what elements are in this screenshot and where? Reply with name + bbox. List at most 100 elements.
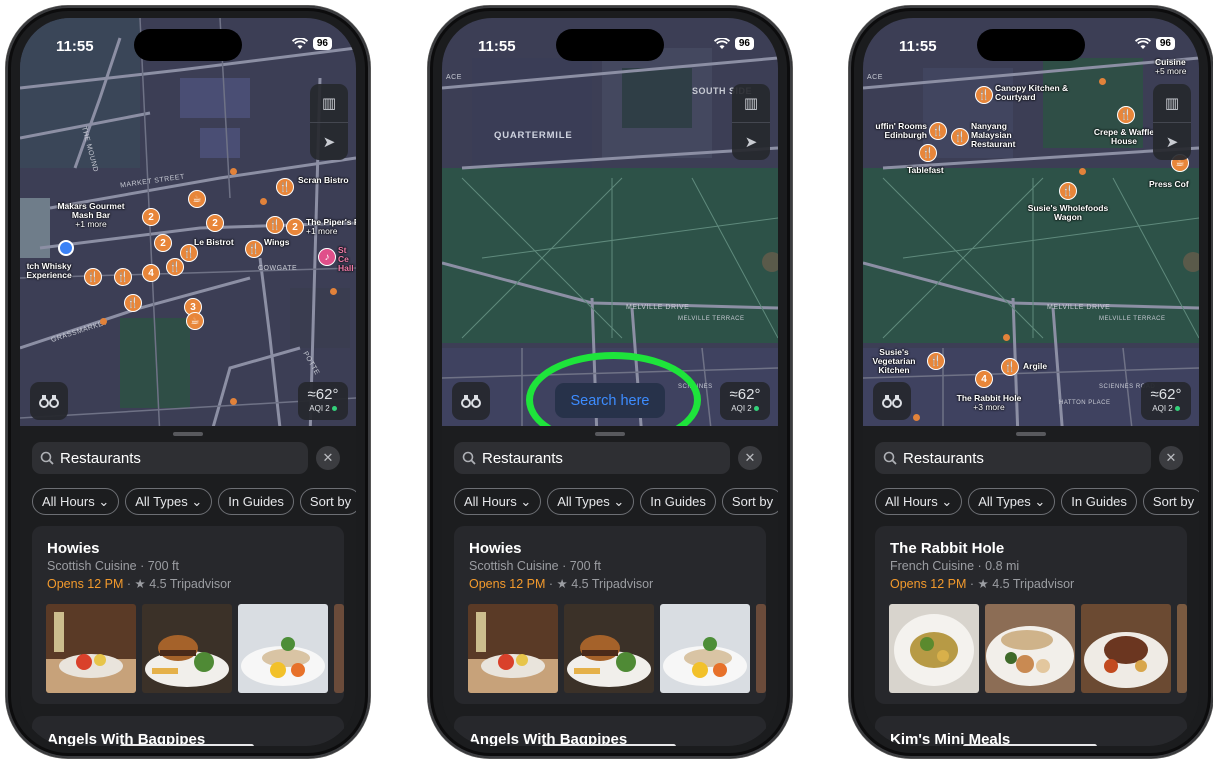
filter-sort[interactable]: Sort by [721, 488, 778, 515]
search-query: Restaurants [903, 449, 984, 467]
sheet-grabber[interactable] [173, 432, 203, 436]
food-photo[interactable] [1177, 604, 1187, 693]
food-photo[interactable] [334, 604, 344, 693]
food-photo[interactable] [985, 604, 1075, 693]
restaurant-pin[interactable]: 🍴 [975, 86, 993, 104]
binoculars-icon[interactable] [30, 382, 68, 420]
restaurant-pin[interactable]: 🍴 [927, 352, 945, 370]
restaurant-pin[interactable]: 🍴 [276, 178, 294, 196]
cluster-pin[interactable]: 2 [286, 218, 304, 236]
result-photos[interactable] [46, 604, 344, 693]
filter-chips: All Hours ⌄ All Types ⌄ In Guides Sort b… [454, 488, 778, 516]
result-card[interactable]: Kim's Mini Meals [875, 716, 1187, 746]
small-poi-dot[interactable] [100, 318, 107, 325]
weather-badge[interactable]: ≈62° AQI 2 [720, 382, 770, 420]
restaurant-pin[interactable]: 🍴 [166, 258, 184, 276]
cluster-pin[interactable]: 2 [142, 208, 160, 226]
result-card[interactable]: Angels With Bagpipes [454, 716, 766, 746]
filter-chips: All Hours ⌄ All Types ⌄ In Guides Sort b… [875, 488, 1199, 516]
result-card[interactable]: Angels With Bagpipes [32, 716, 344, 746]
food-photo[interactable] [756, 604, 766, 693]
results-sheet[interactable]: Restaurants ✕ All Hours ⌄ All Types ⌄ In… [863, 426, 1199, 746]
home-indicator[interactable] [120, 744, 254, 746]
result-card[interactable]: The Rabbit Hole French Cuisine · 0.8 mi … [875, 526, 1187, 704]
results-sheet[interactable]: Restaurants ✕ All Hours ⌄ All Types ⌄ In… [20, 426, 356, 746]
food-photo[interactable] [468, 604, 558, 693]
location-arrow-icon[interactable]: ➤ [732, 122, 770, 160]
filter-sort[interactable]: Sort by [1142, 488, 1199, 515]
food-photo[interactable] [46, 604, 136, 693]
result-card[interactable]: Howies Scottish Cuisine · 700 ft Opens 1… [32, 526, 344, 704]
close-icon[interactable]: ✕ [1159, 446, 1183, 470]
cluster-pin[interactable]: 4 [975, 370, 993, 388]
cluster-pin[interactable]: 2 [154, 234, 172, 252]
restaurant-pin[interactable]: 🍴 [1001, 358, 1019, 376]
weather-badge[interactable]: ≈62° AQI 2 [1141, 382, 1191, 420]
small-poi-dot[interactable] [230, 398, 237, 405]
sheet-grabber[interactable] [595, 432, 625, 436]
restaurant-pin[interactable]: 🍴 [919, 144, 937, 162]
small-poi-dot[interactable] [913, 414, 920, 421]
map-icon[interactable]: ▥ [1153, 84, 1191, 122]
filter-guides[interactable]: In Guides [218, 488, 294, 515]
location-arrow-icon[interactable]: ➤ [310, 122, 348, 160]
filter-hours[interactable]: All Hours ⌄ [454, 488, 542, 515]
restaurant-pin[interactable]: 🍴 [1117, 106, 1135, 124]
filter-hours[interactable]: All Hours ⌄ [32, 488, 120, 515]
map-view[interactable]: ACE MELVILLE DRIVE MELVILLE TERRACE SCIE… [863, 18, 1199, 438]
filter-hours[interactable]: All Hours ⌄ [875, 488, 963, 515]
binoculars-icon[interactable] [452, 382, 490, 420]
venue-pin[interactable]: ♪ [318, 248, 336, 266]
restaurant-pin[interactable]: 🍴 [114, 268, 132, 286]
small-poi-dot[interactable] [330, 288, 337, 295]
home-indicator[interactable] [963, 744, 1097, 746]
cafe-pin[interactable]: ☕ [188, 190, 206, 208]
search-field[interactable]: Restaurants [454, 442, 730, 474]
food-photo[interactable] [1081, 604, 1171, 693]
cluster-pin[interactable]: 2 [206, 214, 224, 232]
search-field[interactable]: Restaurants [32, 442, 308, 474]
map-view[interactable]: THE MOUND MARKET STREET COWGATE GRASSMAR… [20, 18, 356, 438]
small-poi-dot[interactable] [260, 198, 267, 205]
small-poi-dot[interactable] [1079, 168, 1086, 175]
close-icon[interactable]: ✕ [738, 446, 762, 470]
filter-types[interactable]: All Types ⌄ [125, 488, 213, 515]
filter-guides[interactable]: In Guides [1061, 488, 1137, 515]
map-icon[interactable]: ▥ [732, 84, 770, 122]
result-photos[interactable] [468, 604, 766, 693]
small-poi-dot[interactable] [1099, 78, 1106, 85]
weather-badge[interactable]: ≈62° AQI 2 [298, 382, 348, 420]
filter-sort[interactable]: Sort by [299, 488, 356, 515]
restaurant-pin[interactable]: 🍴 [266, 216, 284, 234]
results-sheet[interactable]: Restaurants ✕ All Hours ⌄ All Types ⌄ In… [442, 426, 778, 746]
location-arrow-icon[interactable]: ➤ [1153, 122, 1191, 160]
restaurant-pin[interactable]: 🍴 [951, 128, 969, 146]
restaurant-pin[interactable]: 🍴 [245, 240, 263, 258]
sheet-grabber[interactable] [1016, 432, 1046, 436]
food-photo[interactable] [564, 604, 654, 693]
small-poi-dot[interactable] [1003, 334, 1010, 341]
filter-types[interactable]: All Types ⌄ [547, 488, 635, 515]
filter-guides[interactable]: In Guides [640, 488, 716, 515]
food-photo[interactable] [142, 604, 232, 693]
food-photo[interactable] [238, 604, 328, 693]
map-icon[interactable]: ▥ [310, 84, 348, 122]
restaurant-pin[interactable]: 🍴 [1059, 182, 1077, 200]
dynamic-island [134, 29, 242, 61]
street-label: COWGATE [258, 265, 298, 272]
cafe-pin[interactable]: ☕ [186, 312, 204, 330]
restaurant-pin[interactable]: 🍴 [84, 268, 102, 286]
cluster-pin[interactable]: 4 [142, 264, 160, 282]
close-icon[interactable]: ✕ [316, 446, 340, 470]
restaurant-pin[interactable]: 🍴 [929, 122, 947, 140]
home-indicator[interactable] [542, 744, 676, 746]
food-photo[interactable] [889, 604, 979, 693]
small-poi-dot[interactable] [230, 168, 237, 175]
restaurant-pin[interactable]: 🍴 [124, 294, 142, 312]
food-photo[interactable] [660, 604, 750, 693]
binoculars-icon[interactable] [873, 382, 911, 420]
filter-types[interactable]: All Types ⌄ [968, 488, 1056, 515]
search-field[interactable]: Restaurants [875, 442, 1151, 474]
result-card[interactable]: Howies Scottish Cuisine · 700 ft Opens 1… [454, 526, 766, 704]
result-photos[interactable] [889, 604, 1187, 693]
